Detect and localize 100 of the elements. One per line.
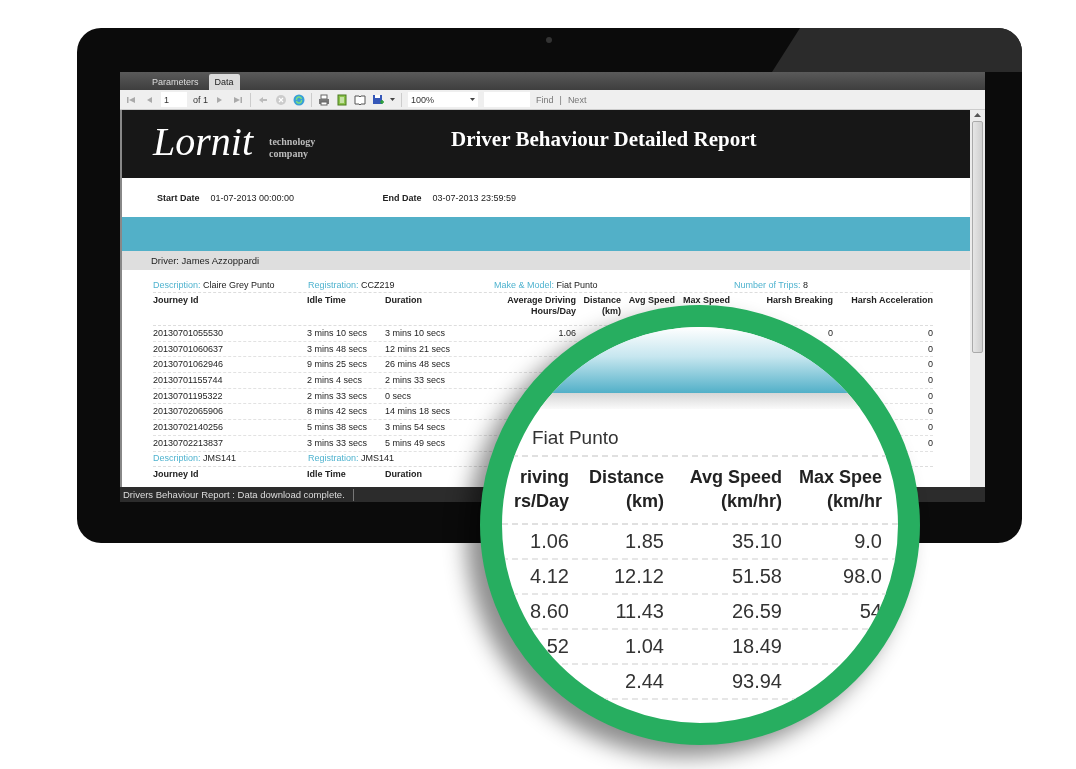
table-cell: 1.04 bbox=[625, 635, 664, 658]
column-header: Avg Speed bbox=[628, 295, 675, 306]
field-value: 01-07-2013 00:00:00 bbox=[210, 192, 296, 203]
table-cell: 2 mins 33 secs bbox=[385, 374, 446, 386]
vehicle-field: Make & Model: Fiat Punto bbox=[494, 279, 598, 290]
vehicle-field: Registration: CCZ219 bbox=[308, 279, 395, 290]
table-cell: 20130702213837 bbox=[153, 437, 224, 449]
table-cell: 0 bbox=[928, 359, 933, 371]
column-header: Harsh Breaking bbox=[766, 295, 833, 306]
table-cell: 20130701155744 bbox=[153, 374, 223, 386]
page-layout-icon[interactable] bbox=[336, 93, 348, 106]
table-cell: 0 bbox=[928, 327, 933, 339]
logo-tagline: technology company bbox=[269, 136, 317, 160]
zoom-dropdown[interactable]: 100% bbox=[408, 92, 478, 107]
vehicle-model: Fiat Punto bbox=[532, 427, 619, 448]
scroll-thumb[interactable] bbox=[972, 121, 983, 353]
table-cell: 12.12 bbox=[613, 565, 664, 588]
column-header: Distance (km) bbox=[583, 295, 621, 317]
table-cell: 98.0 bbox=[843, 565, 882, 588]
status-text: Drivers Behaviour Report : Data download complete. bbox=[123, 489, 345, 500]
scroll-up-icon[interactable] bbox=[974, 110, 981, 120]
table-cell: 0 bbox=[928, 374, 933, 386]
book-icon[interactable] bbox=[354, 93, 366, 106]
table-cell: 5 mins 49 secs bbox=[385, 437, 446, 449]
table-cell: 9.0 bbox=[854, 530, 882, 553]
vehicle-field: Registration: JMS141 bbox=[308, 453, 395, 463]
column-header: Idle Time bbox=[307, 295, 346, 306]
table-cell: 0 bbox=[928, 343, 933, 355]
scrollbar[interactable] bbox=[970, 110, 985, 487]
field-label: End Date bbox=[382, 192, 422, 203]
column-header: Idle Time bbox=[307, 468, 346, 480]
save-icon[interactable] bbox=[372, 93, 384, 106]
vehicle-field: Description: JMS141 bbox=[153, 453, 237, 463]
column-header: Duration bbox=[385, 295, 422, 306]
table-cell: 20130701062946 bbox=[153, 359, 224, 371]
column-header: Harsh Acceleration bbox=[851, 295, 933, 306]
field-value: 03-07-2013 23:59:59 bbox=[432, 192, 517, 203]
table-cell: 93.94 bbox=[731, 670, 782, 693]
column-header: Max Spee (km/hr bbox=[798, 466, 882, 513]
table-cell: 3 mins 33 secs bbox=[307, 437, 368, 449]
caret-icon[interactable] bbox=[470, 97, 475, 102]
table-cell: 9 mins 25 secs bbox=[307, 359, 368, 371]
logo-text: Lornit bbox=[153, 117, 254, 165]
table-cell: 20130701055530 bbox=[153, 327, 224, 339]
table-cell: 51.58 bbox=[731, 565, 782, 588]
table-cell: 20130702140256 bbox=[153, 421, 224, 433]
table-cell: 3 mins 10 secs bbox=[385, 327, 446, 339]
refresh-icon[interactable] bbox=[293, 93, 305, 106]
printer-icon[interactable] bbox=[318, 93, 330, 106]
table-cell: 26 mins 48 secs bbox=[385, 359, 451, 371]
table-cell: 1.06 bbox=[530, 530, 569, 553]
column-header: Distance (km) bbox=[588, 466, 664, 513]
link-separator: | bbox=[559, 94, 562, 105]
page-count: of 1 bbox=[193, 94, 208, 105]
table-cell: 3 mins 54 secs bbox=[385, 421, 446, 433]
tab[interactable]: Parameters bbox=[146, 74, 205, 90]
page-field[interactable]: 1 bbox=[161, 92, 187, 107]
table-cell: 2.44 bbox=[625, 670, 664, 693]
table-cell: 1.06 bbox=[558, 327, 576, 339]
table-cell: 1.85 bbox=[625, 530, 664, 553]
table-cell: 11.43 bbox=[615, 600, 664, 623]
column-header: Journey Id bbox=[153, 468, 199, 480]
next-link[interactable]: Next bbox=[567, 94, 587, 105]
table-cell: 26.59 bbox=[731, 600, 782, 623]
table-cell: 0 secs bbox=[385, 390, 411, 402]
table-cell: 14 mins 18 secs bbox=[385, 406, 451, 418]
column-header: Duration bbox=[385, 468, 422, 480]
driver-name: Driver: James Azzoppardi bbox=[151, 255, 260, 266]
field-label: Start Date bbox=[157, 192, 200, 203]
table-cell: 35.10 bbox=[731, 530, 782, 553]
table-cell: 2 mins 4 secs bbox=[307, 374, 363, 386]
table-cell: 20130702065906 bbox=[153, 406, 224, 418]
stop-icon[interactable] bbox=[275, 93, 287, 106]
tab[interactable]: Data bbox=[208, 74, 240, 90]
table-cell: 20130701060637 bbox=[153, 343, 224, 355]
column-header: riving rs/Day bbox=[513, 466, 569, 513]
table-cell: 3 mins 48 secs bbox=[307, 343, 368, 355]
table-cell: 0 bbox=[928, 421, 933, 433]
table-cell: 8 mins 42 secs bbox=[307, 406, 368, 418]
camera-lens bbox=[546, 37, 552, 43]
vehicle-field: Number of Trips: 8 bbox=[734, 279, 809, 290]
table-cell: 0 bbox=[928, 390, 933, 402]
table-cell: 2 mins 33 secs bbox=[307, 390, 368, 402]
table-cell: 52 bbox=[546, 635, 569, 658]
find-link[interactable]: Find bbox=[536, 94, 554, 105]
report-title: Driver Behaviour Detailed Report bbox=[451, 126, 757, 152]
table-cell: 8.60 bbox=[530, 600, 569, 623]
table-cell: 3 mins 10 secs bbox=[307, 327, 368, 339]
table-cell: 18.49 bbox=[731, 635, 782, 658]
table-cell: 4.12 bbox=[530, 565, 569, 588]
column-header: Max Speed bbox=[683, 295, 731, 306]
table-cell: 12 mins 21 secs bbox=[385, 343, 451, 355]
table-cell: 0 bbox=[928, 406, 933, 418]
table-cell: 0 bbox=[828, 327, 833, 339]
table-cell: 20130701195322 bbox=[153, 390, 223, 402]
column-header: Journey Id bbox=[153, 295, 199, 306]
column-header: Avg Speed (km/hr) bbox=[689, 466, 782, 513]
column-header: Average Driving Hours/Day bbox=[507, 295, 576, 317]
vehicle-field: Description: Claire Grey Punto bbox=[153, 279, 275, 290]
table-cell: 0 bbox=[928, 437, 933, 449]
